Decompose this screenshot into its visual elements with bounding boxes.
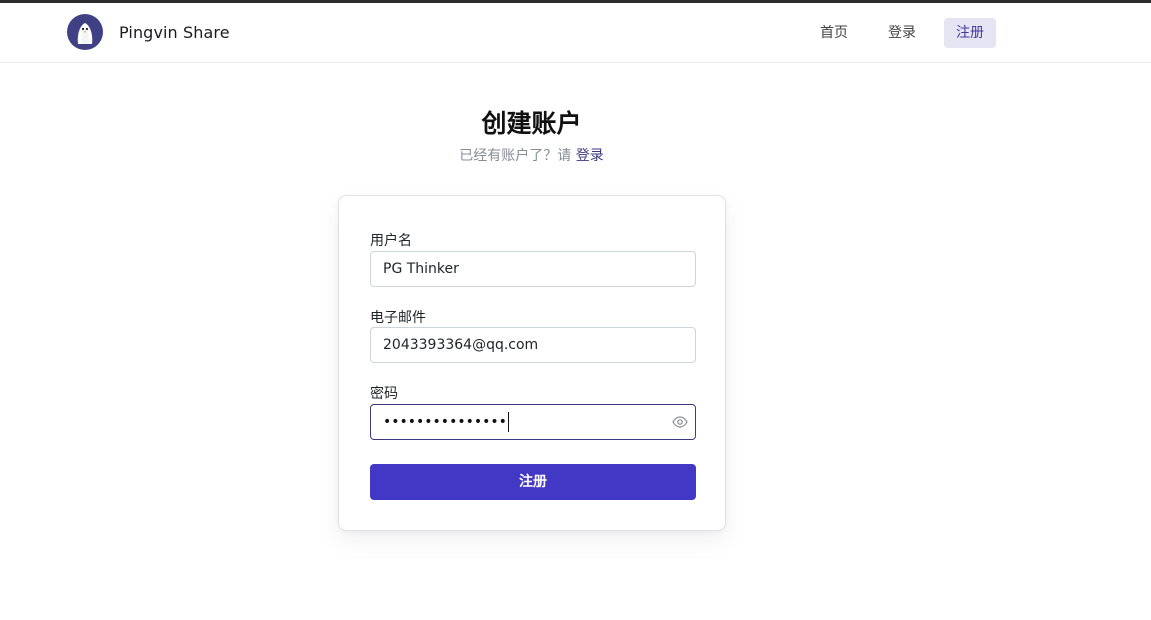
signup-card: 用户名 PG Thinker 电子邮件 2043393364@qq.com 密码…	[338, 195, 726, 531]
signup-submit-button[interactable]: 注册	[370, 464, 696, 500]
password-label: 密码	[370, 386, 398, 402]
header: Pingvin Share 首页 登录 注册	[0, 3, 1151, 63]
password-input[interactable]: •••••••••••••••	[370, 404, 696, 440]
password-value: •••••••••••••••	[383, 412, 509, 432]
username-input[interactable]: PG Thinker	[370, 251, 696, 287]
login-link[interactable]: 登录	[576, 148, 604, 164]
eye-icon[interactable]	[672, 414, 688, 430]
email-label: 电子邮件	[370, 310, 426, 326]
nav-home-link[interactable]: 首页	[808, 18, 860, 48]
username-label: 用户名	[370, 233, 412, 249]
penguin-logo-icon	[67, 14, 103, 50]
nav-login-link[interactable]: 登录	[876, 18, 928, 48]
page-title: 创建账户	[481, 109, 582, 138]
nav-signup-link[interactable]: 注册	[944, 18, 996, 48]
subtitle-text: 已经有账户了？请	[459, 148, 576, 164]
email-input[interactable]: 2043393364@qq.com	[370, 327, 696, 363]
brand[interactable]: Pingvin Share	[67, 14, 230, 50]
brand-name: Pingvin Share	[119, 22, 230, 42]
page-subtitle: 已经有账户了？请 登录	[0, 145, 1063, 165]
